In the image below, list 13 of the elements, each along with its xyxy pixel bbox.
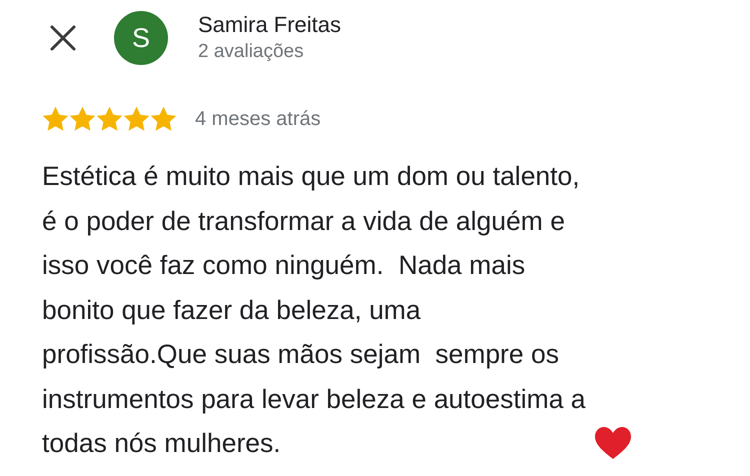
star-icon	[123, 106, 150, 132]
close-icon	[50, 25, 76, 51]
avatar: S	[114, 11, 168, 65]
star-icon	[96, 106, 123, 132]
review-date: 4 meses atrás	[195, 108, 321, 130]
close-button[interactable]	[48, 23, 78, 53]
star-icon	[150, 106, 177, 132]
review-text: Estética é muito mais que um dom ou talento, é o poder de transformar a vida de alguém e isso você faz como ninguém. Nada mais bonito que fazer da beleza, uma profissão.Que suas mãos sejam sempre os instrumentos para levar beleza e autoestima a todas nós mulheres.	[42, 160, 586, 460]
heart-icon	[594, 426, 632, 460]
star-icon	[42, 106, 69, 132]
review-count: 2 avaliações	[198, 40, 305, 64]
reviewer-name: Samira Freitas	[198, 11, 342, 39]
star-icon	[69, 106, 96, 132]
